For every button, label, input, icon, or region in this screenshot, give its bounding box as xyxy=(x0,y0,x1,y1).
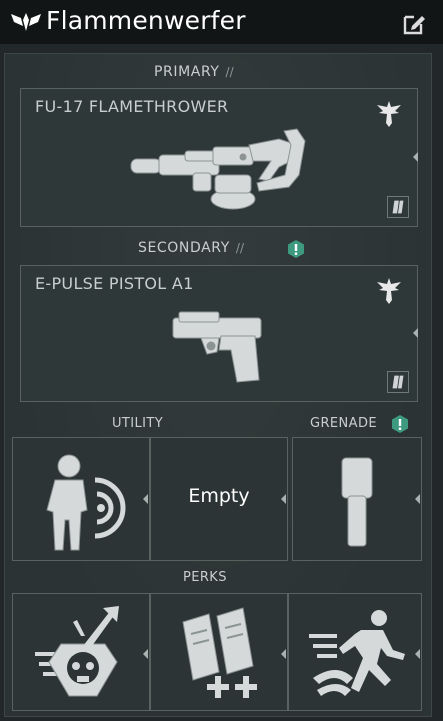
primary-slashes: // xyxy=(225,65,234,79)
secondary-slashes: // xyxy=(235,241,244,255)
secondary-heading: SECONDARY // xyxy=(138,240,244,256)
perk-slot-3[interactable] xyxy=(288,593,422,711)
perks-label: PERKS xyxy=(183,570,227,585)
alert-icon xyxy=(288,240,304,258)
primary-heading: PRIMARY // xyxy=(154,64,234,80)
primary-weapon-name: FU-17 FLAMETHROWER xyxy=(35,97,229,116)
grenade-arrow-icon xyxy=(415,494,420,504)
soldier-shield-icon xyxy=(46,454,126,551)
sprint-icon xyxy=(309,610,405,696)
alert-icon xyxy=(392,415,408,433)
magazine-icon xyxy=(387,196,409,218)
utility-slot-1[interactable] xyxy=(12,437,150,561)
loadout-title: Flammenwerfer xyxy=(46,6,246,35)
utility-label: UTILITY xyxy=(112,416,164,431)
secondary-arrow-icon xyxy=(413,328,418,338)
grenade-slot[interactable] xyxy=(292,437,422,561)
secondary-weapon-name: E-PULSE PISTOL A1 xyxy=(35,274,194,293)
utility-slot-2[interactable]: Empty xyxy=(150,437,288,561)
ammo-plus-icon xyxy=(182,607,257,698)
grenade-canister-icon xyxy=(341,457,373,547)
utility-2-arrow-icon xyxy=(281,494,286,504)
perk-3-arrow-icon xyxy=(415,649,420,659)
primary-label: PRIMARY xyxy=(154,64,220,80)
secondary-label: SECONDARY xyxy=(138,240,230,256)
utility-1-arrow-icon xyxy=(143,494,148,504)
pistol-icon xyxy=(172,311,262,383)
perk-slot-1[interactable] xyxy=(12,593,150,711)
edit-icon[interactable] xyxy=(402,10,428,36)
magazine-icon xyxy=(387,371,409,393)
secondary-weapon-slot[interactable]: E-PULSE PISTOL A1 xyxy=(20,265,418,402)
perk-1-arrow-icon xyxy=(143,649,148,659)
eagle-emblem-icon xyxy=(377,278,401,304)
perk-slot-2[interactable] xyxy=(150,593,288,711)
flamethrower-icon xyxy=(130,128,306,210)
primary-arrow-icon xyxy=(413,152,418,162)
helldivers-wings-icon xyxy=(11,13,41,31)
grenade-label: GRENADE xyxy=(310,416,377,431)
primary-weapon-slot[interactable]: FU-17 FLAMETHROWER xyxy=(20,88,418,227)
eagle-emblem-icon xyxy=(377,101,401,127)
skull-badge-icon xyxy=(35,606,119,697)
perk-2-arrow-icon xyxy=(281,649,286,659)
empty-slot-text: Empty xyxy=(188,485,250,507)
header-bar: Flammenwerfer xyxy=(0,0,443,44)
